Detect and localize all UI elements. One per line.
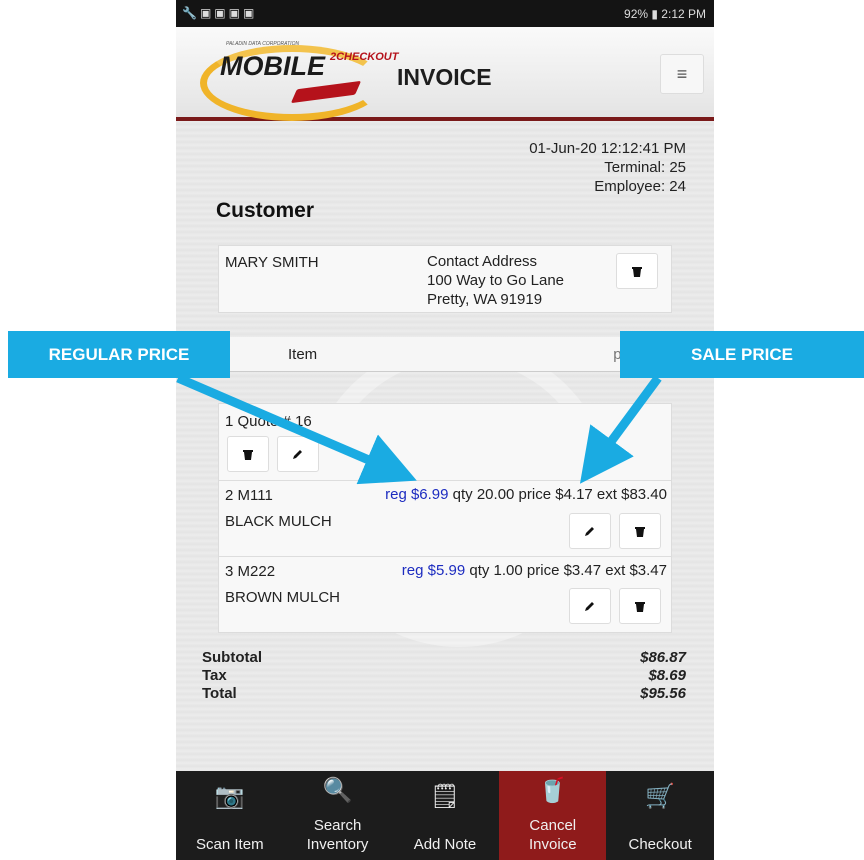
total-value: $95.56 [640, 685, 686, 702]
nav-label: Cancel Invoice [529, 817, 577, 853]
invoice-meta: 01-Jun-20 12:12:41 PM Terminal: 25 Emplo… [529, 139, 686, 196]
regular-price-callout: REGULAR PRICE [8, 331, 230, 378]
phone-screen: 🔧▣▣▣▣ 92% ▮ 2:12 PM PALADIN DATA CORPORA… [176, 0, 714, 860]
status-icons: 🔧▣▣▣▣ [182, 6, 258, 20]
status-right: 92% ▮ 2:12 PM [624, 7, 706, 21]
tax-label: Tax [202, 667, 227, 684]
subtotal-row: Subtotal $86.87 [202, 649, 686, 667]
nav-label: Add Note [413, 836, 477, 853]
customer-address: Contact Address 100 Way to Go Lane Prett… [427, 252, 564, 309]
pencil-icon [585, 527, 594, 536]
pencil-icon [293, 450, 302, 459]
subtotal-label: Subtotal [202, 649, 262, 666]
trash-icon [635, 526, 645, 537]
search-inventory-button[interactable]: 🔍 Search Inventory [284, 771, 392, 860]
quote-title: 1 Quote # 16 [225, 413, 312, 430]
search-icon: 🔍 [322, 777, 353, 804]
line-item: 3 M222 BROWN MULCH reg $5.99 qty 1.00 pr… [219, 556, 671, 632]
pencil-icon [585, 602, 594, 611]
line-item-details: qty 1.00 price $3.47 ext $3.47 [465, 562, 667, 579]
edit-quote-button[interactable] [277, 436, 319, 472]
logo-sup: 2CHECKOUT [330, 51, 399, 63]
scan-item-button[interactable]: 📷 Scan Item [176, 771, 284, 860]
line-item-pricing: reg $5.99 qty 1.00 price $3.47 ext $3.47 [402, 562, 667, 579]
logo-text: MOBILE [220, 51, 325, 81]
invoice-items: 1 Quote # 16 2 M111 BLACK MULCH reg $6.9… [218, 403, 672, 633]
total-row: Total $95.56 [202, 685, 686, 703]
delete-line-button[interactable] [619, 588, 661, 624]
customer-heading: Customer [216, 199, 315, 222]
add-note-button[interactable]: 🗒 Add Note [391, 771, 499, 860]
trash-icon [243, 449, 253, 460]
remove-customer-button[interactable] [616, 253, 658, 289]
camera-icon: 📷 [214, 783, 245, 810]
app-logo: PALADIN DATA CORPORATION MOBILE 2CHECKOU… [200, 37, 400, 121]
nav-label: Search Inventory [306, 817, 369, 853]
employee-number: Employee: 24 [594, 178, 686, 195]
subtotal-value: $86.87 [640, 649, 686, 666]
page-title: INVOICE [397, 64, 492, 90]
invoice-totals: Subtotal $86.87 Tax $8.69 Total $95.56 [202, 649, 686, 703]
customer-name: MARY SMITH [225, 254, 319, 271]
customer-card: MARY SMITH Contact Address 100 Way to Go… [218, 245, 672, 313]
line-item: 2 M111 BLACK MULCH reg $6.99 qty 20.00 p… [219, 480, 671, 557]
trash-icon [632, 266, 642, 277]
bottom-nav: 📷 Scan Item 🔍 Search Inventory 🗒 Add Not… [176, 771, 714, 860]
delete-line-button[interactable] [619, 513, 661, 549]
main-content: 01-Jun-20 12:12:41 PM Terminal: 25 Emplo… [176, 121, 714, 771]
line-item-id: 3 M222 [225, 563, 276, 580]
checkout-button[interactable]: 🛒 Checkout [606, 771, 714, 860]
delete-quote-button[interactable] [227, 436, 269, 472]
item-search-row: Item [218, 337, 670, 372]
nav-label: Scan Item [196, 836, 264, 853]
item-search-label: Item [288, 346, 318, 363]
invoice-datetime: 01-Jun-20 12:12:41 PM [529, 140, 686, 157]
total-label: Total [202, 685, 237, 702]
cancel-invoice-button[interactable]: 🥤 Cancel Invoice [498, 771, 607, 860]
line-item-description: BLACK MULCH [225, 513, 332, 530]
address-line1: 100 Way to Go Lane [427, 272, 565, 289]
nav-label: Checkout [628, 836, 692, 853]
line-item-description: BROWN MULCH [225, 589, 340, 606]
status-bar: 🔧▣▣▣▣ 92% ▮ 2:12 PM [176, 0, 714, 27]
cart-icon: 🛒 [645, 783, 676, 810]
app-header: PALADIN DATA CORPORATION MOBILE 2CHECKOU… [176, 27, 714, 121]
tax-value: $8.69 [648, 667, 686, 684]
tax-row: Tax $8.69 [202, 667, 686, 685]
edit-line-button[interactable] [569, 513, 611, 549]
line-item-details: qty 20.00 price $4.17 ext $83.40 [448, 486, 667, 503]
regular-price: reg $5.99 [401, 562, 466, 579]
line-item-id: 2 M111 [225, 487, 273, 504]
address-label: Contact Address [427, 253, 538, 270]
trash-icon [635, 601, 645, 612]
quote-row: 1 Quote # 16 [219, 404, 671, 481]
logo-company: PALADIN DATA CORPORATION [226, 41, 300, 47]
sale-price-callout: SALE PRICE [620, 331, 864, 378]
cup-icon: 🥤 [537, 777, 568, 804]
line-item-pricing: reg $6.99 qty 20.00 price $4.17 ext $83.… [385, 486, 667, 503]
terminal-number: Terminal: 25 [604, 159, 686, 176]
regular-price: reg $6.99 [385, 486, 449, 503]
menu-button[interactable]: ≡ [660, 54, 704, 94]
edit-line-button[interactable] [569, 588, 611, 624]
note-icon: 🗒 [429, 783, 461, 810]
address-line2: Pretty, WA 91919 [427, 291, 543, 308]
